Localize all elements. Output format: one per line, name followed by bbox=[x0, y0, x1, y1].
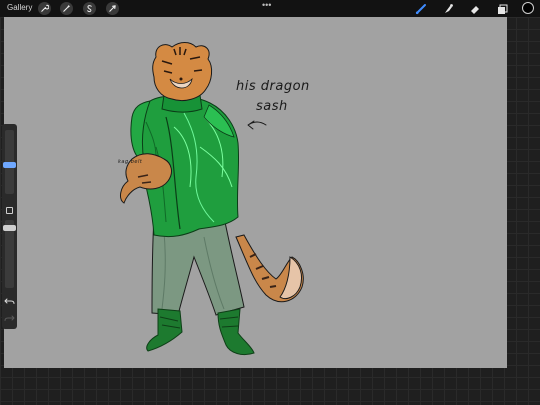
artwork bbox=[120, 42, 304, 356]
left-sidebar bbox=[2, 124, 17, 329]
selection-s-icon[interactable] bbox=[83, 2, 96, 15]
gallery-button[interactable]: Gallery bbox=[7, 3, 32, 12]
layers-icon[interactable] bbox=[495, 2, 509, 16]
brush-size-thumb[interactable] bbox=[3, 162, 16, 168]
wrench-icon[interactable] bbox=[38, 2, 51, 15]
drawing-canvas[interactable]: his dragon sash kag belt bbox=[4, 17, 507, 368]
transform-arrow-icon[interactable] bbox=[106, 2, 119, 15]
magic-wand-icon[interactable] bbox=[60, 2, 73, 15]
modify-square-icon[interactable] bbox=[6, 207, 13, 214]
smudge-icon[interactable] bbox=[441, 2, 455, 16]
eraser-icon[interactable] bbox=[468, 2, 482, 16]
redo-icon[interactable] bbox=[4, 314, 15, 323]
undo-icon[interactable] bbox=[4, 297, 15, 306]
brush-opacity-thumb[interactable] bbox=[3, 225, 16, 231]
more-options-button[interactable]: ••• bbox=[262, 0, 271, 10]
small-note: kag belt bbox=[118, 159, 143, 165]
color-picker-button[interactable] bbox=[522, 2, 534, 14]
top-toolbar: Gallery ••• bbox=[0, 0, 540, 17]
brush-icon[interactable] bbox=[414, 2, 428, 16]
annotation-line-1: his dragon bbox=[236, 79, 310, 94]
annotation-line-2: sash bbox=[256, 99, 288, 114]
